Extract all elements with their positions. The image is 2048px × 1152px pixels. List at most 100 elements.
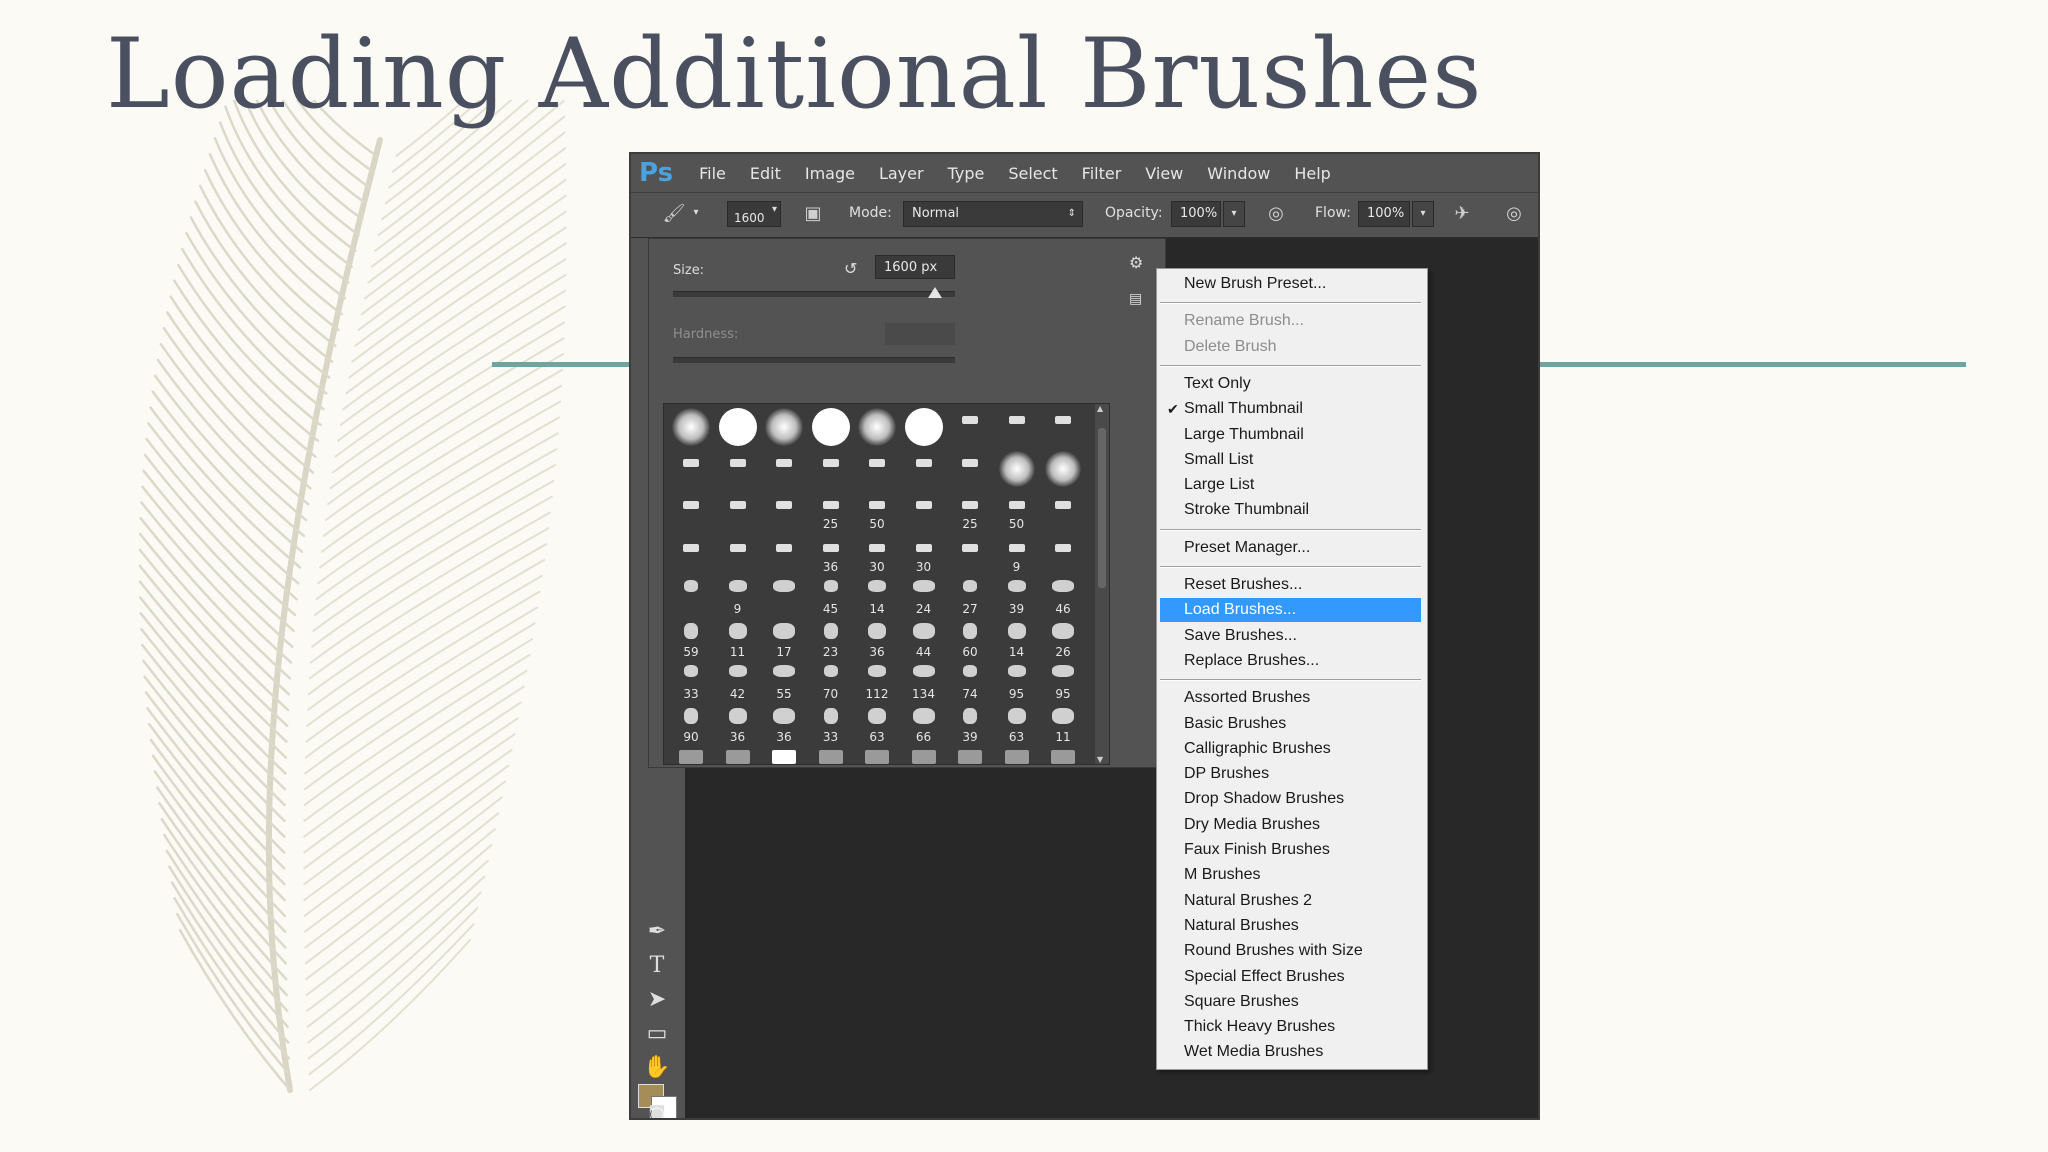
- brush-thumbnail[interactable]: 55: [761, 661, 807, 703]
- brush-thumbnail[interactable]: 39: [947, 704, 993, 746]
- brush-tool-icon[interactable]: 🖌: [659, 201, 689, 227]
- brush-thumbnail[interactable]: [1040, 491, 1086, 533]
- brush-thumbnail[interactable]: 25: [808, 491, 854, 533]
- menu-image[interactable]: Image: [793, 164, 867, 183]
- menu-item-reset-brushes[interactable]: Reset Brushes...: [1160, 573, 1421, 597]
- grid-scrollbar-thumb[interactable]: [1098, 428, 1106, 588]
- brush-thumbnail[interactable]: [761, 406, 807, 448]
- menu-item-dry-media-brushes[interactable]: Dry Media Brushes: [1160, 813, 1421, 837]
- brush-thumbnail[interactable]: [901, 406, 947, 448]
- brush-thumbnail[interactable]: [808, 449, 854, 491]
- pen-tool-icon[interactable]: ✒: [639, 918, 675, 946]
- brush-thumbnail[interactable]: [715, 449, 761, 491]
- brush-thumbnail[interactable]: [668, 449, 714, 491]
- menu-item-large-thumbnail[interactable]: Large Thumbnail: [1160, 423, 1421, 447]
- brush-thumbnail[interactable]: 24: [901, 576, 947, 618]
- brush-thumbnail[interactable]: [1040, 534, 1086, 576]
- menu-item-round-brushes-with-size[interactable]: Round Brushes with Size: [1160, 939, 1421, 963]
- size-field[interactable]: 1600 px: [875, 255, 955, 279]
- rectangle-tool-icon[interactable]: ▭: [639, 1020, 675, 1048]
- menu-item-small-list[interactable]: Small List: [1160, 448, 1421, 472]
- brush-thumbnail[interactable]: 50: [994, 491, 1040, 533]
- menu-edit[interactable]: Edit: [738, 164, 793, 183]
- brush-thumbnail[interactable]: [994, 406, 1040, 448]
- brush-thumbnail[interactable]: [854, 449, 900, 491]
- brush-thumbnail[interactable]: 42: [715, 661, 761, 703]
- brush-thumbnail[interactable]: 9: [994, 534, 1040, 576]
- brush-thumbnail[interactable]: 59: [668, 619, 714, 661]
- brush-thumbnail[interactable]: 39: [994, 576, 1040, 618]
- brush-thumbnail[interactable]: [901, 449, 947, 491]
- pressure-size-icon[interactable]: ◎: [1499, 201, 1529, 227]
- brush-thumbnail[interactable]: [715, 406, 761, 448]
- menu-item-replace-brushes[interactable]: Replace Brushes...: [1160, 649, 1421, 673]
- grid-scrollbar[interactable]: ▲ ▼: [1095, 404, 1109, 764]
- brush-thumbnail[interactable]: [1040, 406, 1086, 448]
- brush-thumbnail[interactable]: [808, 746, 854, 764]
- brush-thumbnail[interactable]: [854, 406, 900, 448]
- brush-thumbnail[interactable]: 112: [854, 661, 900, 703]
- brush-thumbnail[interactable]: 36: [761, 704, 807, 746]
- brush-thumbnail[interactable]: [947, 534, 993, 576]
- brush-thumbnail[interactable]: 36: [808, 534, 854, 576]
- brush-thumbnail[interactable]: 11: [715, 619, 761, 661]
- menu-item-text-only[interactable]: Text Only: [1160, 372, 1421, 396]
- brush-thumbnail[interactable]: [668, 491, 714, 533]
- brush-thumbnail[interactable]: 36: [854, 619, 900, 661]
- menu-item-natural-brushes[interactable]: Natural Brushes: [1160, 914, 1421, 938]
- brush-thumbnail[interactable]: [994, 746, 1040, 764]
- path-selection-icon[interactable]: ➤: [639, 986, 675, 1014]
- menu-item-special-effect-brushes[interactable]: Special Effect Brushes: [1160, 965, 1421, 989]
- menu-item-save-brushes[interactable]: Save Brushes...: [1160, 624, 1421, 648]
- new-preset-icon[interactable]: ▤: [1129, 291, 1142, 307]
- brush-thumbnail[interactable]: 90: [668, 704, 714, 746]
- pressure-opacity-icon[interactable]: ◎: [1261, 201, 1291, 227]
- mode-select[interactable]: Normal ⇕: [903, 201, 1083, 227]
- brush-thumbnail[interactable]: 95: [1040, 661, 1086, 703]
- menu-window[interactable]: Window: [1195, 164, 1282, 183]
- brush-preset-picker[interactable]: 1600 ▾: [727, 201, 781, 227]
- brush-thumbnail[interactable]: 26: [1040, 619, 1086, 661]
- brush-thumbnail[interactable]: 44: [901, 619, 947, 661]
- brush-thumbnail[interactable]: 14: [994, 619, 1040, 661]
- gear-icon[interactable]: ⚙: [1129, 253, 1143, 272]
- brush-thumbnail[interactable]: 74: [947, 661, 993, 703]
- menu-item-new-brush-preset[interactable]: New Brush Preset...: [1160, 272, 1421, 296]
- menu-file[interactable]: File: [687, 164, 738, 183]
- type-tool-icon[interactable]: T: [639, 952, 675, 980]
- flow-field[interactable]: 100%: [1358, 201, 1410, 227]
- menu-select[interactable]: Select: [996, 164, 1069, 183]
- brush-thumbnail[interactable]: [761, 576, 807, 618]
- brush-thumbnail[interactable]: [761, 534, 807, 576]
- brush-thumbnail[interactable]: 95: [994, 661, 1040, 703]
- tool-preset-dropdown[interactable]: ▾: [689, 201, 703, 227]
- brush-thumbnail[interactable]: [901, 746, 947, 764]
- menu-item-square-brushes[interactable]: Square Brushes: [1160, 990, 1421, 1014]
- menu-item-small-thumbnail[interactable]: ✔ Small Thumbnail: [1160, 397, 1421, 421]
- brush-thumbnail[interactable]: 17: [761, 619, 807, 661]
- brush-thumbnail[interactable]: [715, 746, 761, 764]
- brush-thumbnail[interactable]: [1040, 746, 1086, 764]
- menu-item-large-list[interactable]: Large List: [1160, 473, 1421, 497]
- brush-thumbnail[interactable]: 30: [901, 534, 947, 576]
- opacity-field[interactable]: 100%: [1171, 201, 1221, 227]
- menu-item-natural-brushes-2[interactable]: Natural Brushes 2: [1160, 889, 1421, 913]
- brush-thumbnail[interactable]: 25: [947, 491, 993, 533]
- brush-thumbnail[interactable]: 63: [854, 704, 900, 746]
- hand-tool-icon[interactable]: ✋: [639, 1054, 675, 1082]
- reset-size-icon[interactable]: ↺: [844, 259, 857, 278]
- brush-thumbnail[interactable]: [668, 534, 714, 576]
- brush-thumbnail[interactable]: 60: [947, 619, 993, 661]
- menu-item-faux-finish-brushes[interactable]: Faux Finish Brushes: [1160, 838, 1421, 862]
- scroll-up-arrow-icon[interactable]: ▲: [1097, 404, 1103, 413]
- brush-thumbnail[interactable]: 30: [854, 534, 900, 576]
- brush-thumbnail[interactable]: 9: [715, 576, 761, 618]
- menu-item-basic-brushes[interactable]: Basic Brushes: [1160, 712, 1421, 736]
- brush-thumbnail[interactable]: 36: [715, 704, 761, 746]
- size-slider-handle[interactable]: [928, 287, 942, 298]
- brush-thumbnail[interactable]: [901, 491, 947, 533]
- menu-item-stroke-thumbnail[interactable]: Stroke Thumbnail: [1160, 498, 1421, 522]
- brush-thumbnail[interactable]: 45: [808, 576, 854, 618]
- brush-thumbnail[interactable]: [994, 449, 1040, 491]
- quick-mask-icon[interactable]: ◙: [639, 1100, 675, 1118]
